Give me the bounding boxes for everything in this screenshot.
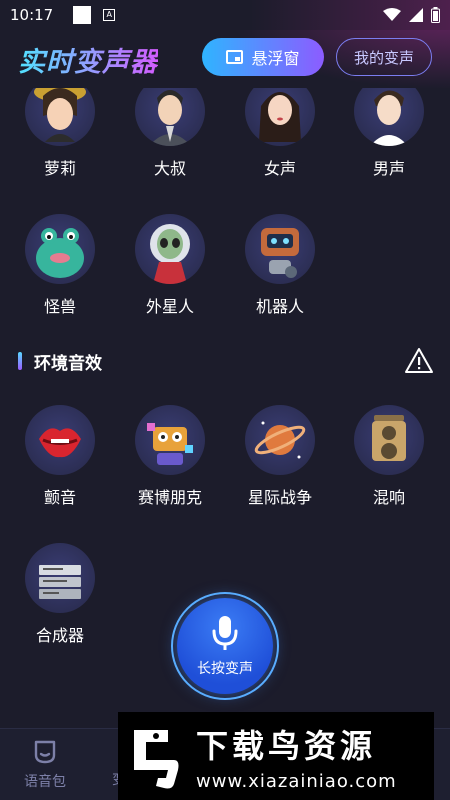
nav-voice-pack[interactable]: 语音包 xyxy=(12,729,78,800)
env-item-star-wars[interactable]: 星际战争 xyxy=(235,405,325,508)
voice-label: 外星人 xyxy=(145,297,194,316)
section-title: 环境音效 xyxy=(34,353,102,374)
synthesizer-icon xyxy=(25,543,95,613)
voice-label: 机器人 xyxy=(255,297,304,316)
env-item-reverb[interactable]: 混响 xyxy=(344,405,434,508)
bird-logo-icon xyxy=(134,730,179,789)
lips-icon xyxy=(25,405,95,475)
watermark-overlay: 下载鸟资源 www.xiazainiao.com xyxy=(118,712,434,800)
microphone-icon xyxy=(212,616,238,650)
voice-label: 怪兽 xyxy=(43,297,76,316)
watermark-brand: 下载鸟资源 xyxy=(196,726,377,765)
voice-item-female[interactable]: 女声 xyxy=(235,88,325,179)
voice-item-male[interactable]: 男声 xyxy=(344,88,434,179)
battery-icon xyxy=(431,7,440,23)
uncle-avatar xyxy=(135,88,205,146)
env-label: 赛博朋克 xyxy=(137,488,202,507)
mic-button-ring: 长按变声 xyxy=(171,592,279,700)
wifi-icon xyxy=(383,8,401,21)
notification-square-icon xyxy=(73,6,92,24)
env-item-cyberpunk[interactable]: 赛博朋克 xyxy=(125,405,215,508)
env-label: 星际战争 xyxy=(247,488,312,507)
signal-icon xyxy=(409,8,423,22)
voice-label: 女声 xyxy=(263,159,296,178)
mic-button-label: 长按变声 xyxy=(197,661,253,677)
my-voices-button[interactable]: 我的变声 xyxy=(336,38,432,76)
robot-avatar xyxy=(245,214,315,284)
app-title: 实时变声器 xyxy=(18,40,158,79)
voice-item-alien[interactable]: 外星人 xyxy=(125,214,215,317)
status-bar: 10:17 A xyxy=(0,0,450,30)
environment-section-header: 环境音效 xyxy=(18,346,434,376)
section-accent-bar xyxy=(18,352,22,370)
env-item-synthesizer[interactable]: 合成器 xyxy=(15,543,105,646)
speaker-icon xyxy=(354,405,424,475)
planet-icon xyxy=(245,405,315,475)
watermark-url: www.xiazainiao.com xyxy=(196,770,397,792)
voice-item-uncle[interactable]: 大叔 xyxy=(125,88,215,179)
monster-avatar xyxy=(25,214,95,284)
floating-window-icon xyxy=(226,50,244,64)
voice-label: 大叔 xyxy=(153,159,186,178)
status-icons xyxy=(383,7,440,23)
env-label: 颤音 xyxy=(43,488,76,507)
woman-avatar xyxy=(245,88,315,146)
voice-pack-icon xyxy=(34,740,56,764)
alien-avatar xyxy=(135,214,205,284)
man-avatar xyxy=(354,88,424,146)
voice-label: 萝莉 xyxy=(43,159,76,178)
env-item-tremolo[interactable]: 颤音 xyxy=(15,405,105,508)
hold-to-change-voice-button[interactable]: 长按变声 xyxy=(177,598,273,694)
voice-item-monster[interactable]: 怪兽 xyxy=(15,214,105,317)
warning-icon[interactable] xyxy=(404,346,434,376)
floating-window-label: 悬浮窗 xyxy=(251,49,300,68)
notification-a-icon: A xyxy=(103,9,116,21)
nav-voice-pack-label: 语音包 xyxy=(24,774,66,790)
watermark-text: 下载鸟资源 www.xiazainiao.com xyxy=(196,721,397,792)
voice-item-loli[interactable]: 萝莉 xyxy=(15,88,105,179)
floating-window-button[interactable]: 悬浮窗 xyxy=(202,38,324,76)
girl-avatar xyxy=(25,88,95,146)
voice-label: 男声 xyxy=(372,159,405,178)
voice-item-robot[interactable]: 机器人 xyxy=(235,214,325,317)
cyberpunk-icon xyxy=(135,405,205,475)
app-header: 实时变声器 悬浮窗 我的变声 xyxy=(0,30,450,88)
status-time: 10:17 xyxy=(10,6,54,24)
env-label: 合成器 xyxy=(35,626,84,645)
env-label: 混响 xyxy=(372,488,405,507)
